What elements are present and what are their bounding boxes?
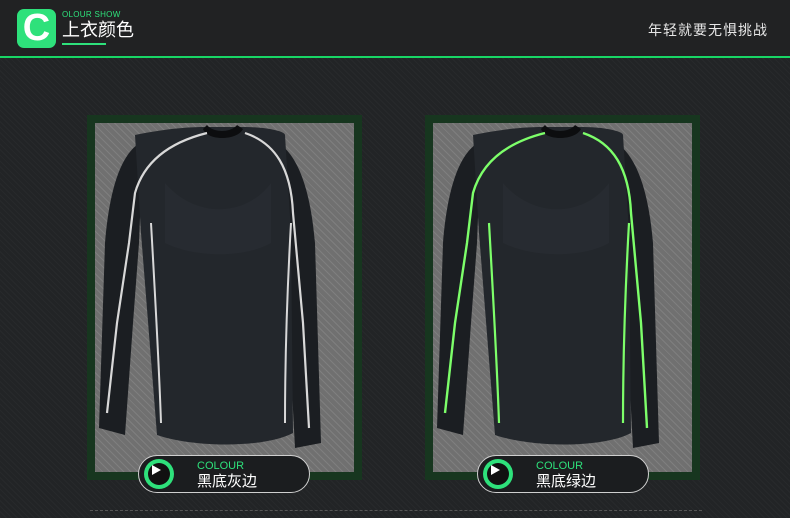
color-label-en: COLOUR: [536, 460, 584, 472]
logo-subtitle: OLOUR SHOW: [62, 10, 121, 19]
product-card-gray: [87, 115, 362, 480]
product-image-frame: [433, 123, 692, 472]
shirt-image-green: [437, 125, 659, 448]
play-triangle-icon: [152, 465, 161, 475]
play-icon[interactable]: [144, 459, 174, 489]
color-label-green[interactable]: COLOUR 黑底绿边: [477, 455, 649, 493]
play-icon[interactable]: [483, 459, 513, 489]
product-image-frame: [95, 123, 354, 472]
header-bar: C OLOUR SHOW 上衣颜色 年轻就要无惧挑战: [0, 0, 790, 56]
section-title: 上衣颜色: [62, 20, 134, 41]
play-triangle-icon: [491, 465, 500, 475]
shirt-image-gray: [99, 125, 321, 448]
title-underline: [62, 43, 106, 45]
slogan-text: 年轻就要无惧挑战: [648, 23, 768, 39]
logo-badge: C: [17, 9, 56, 48]
color-label-gray[interactable]: COLOUR 黑底灰边: [138, 455, 310, 493]
product-card-green: [425, 115, 700, 480]
header-divider: [0, 56, 790, 58]
color-label-cn: 黑底灰边: [197, 472, 258, 490]
color-label-cn: 黑底绿边: [536, 472, 597, 490]
color-label-en: COLOUR: [197, 460, 245, 472]
bottom-divider: [90, 510, 702, 511]
logo-letter: C: [22, 7, 51, 49]
